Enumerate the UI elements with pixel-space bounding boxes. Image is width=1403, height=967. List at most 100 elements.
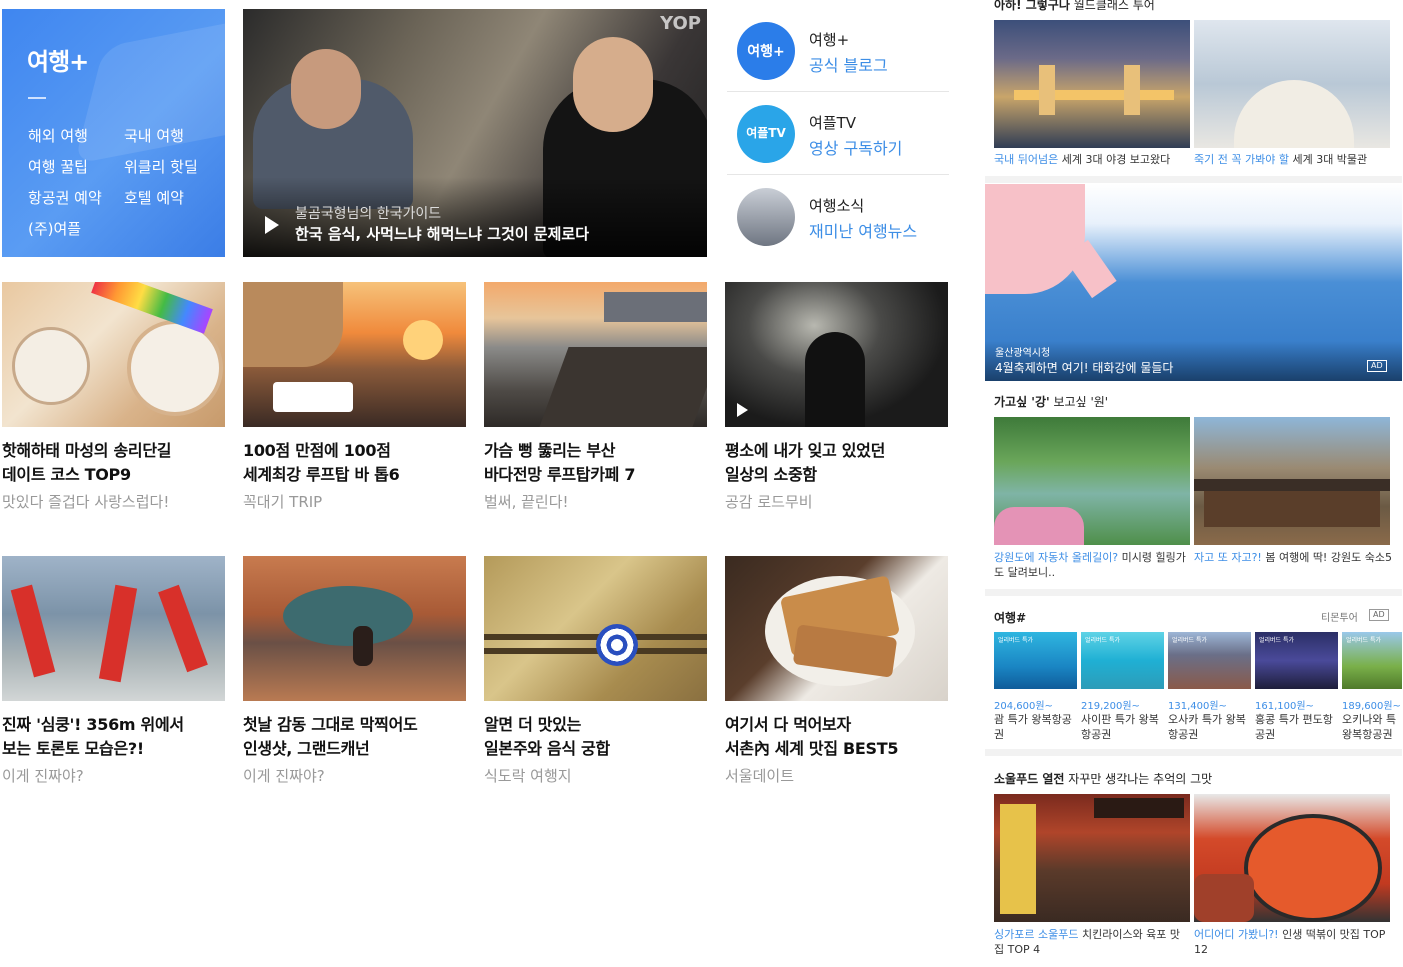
article-title: 평소에 내가 잊고 있었던 일상의 소중함 — [725, 441, 886, 484]
article-title: 가슴 뻥 뚫리는 부산 바다전망 루프탑카페 7 — [484, 441, 636, 484]
sidebar-caption[interactable]: 싱가포르 소울푸드 치킨라이스와 육포 맛집 TOP 4 — [994, 927, 1190, 957]
article-card[interactable]: 첫날 감동 그대로 막찍어도 인생샷, 그랜드캐넌 이게 진짜야? — [243, 556, 466, 786]
article-card[interactable]: 알면 더 맛있는 일본주와 음식 궁합 식도락 여행지 — [484, 556, 707, 786]
channel-item-tv[interactable]: 여플TV 여플TV 영상 구독하기 — [727, 92, 949, 175]
deal-price: 204,600원~ — [994, 701, 1053, 712]
article-card[interactable]: 여기서 다 먹어보자 서촌內 세계 맛집 BEST5 서울데이트 — [725, 556, 948, 786]
brand-logo[interactable]: 여행+ — [27, 42, 89, 77]
sidebar-caption[interactable]: 국내 뒤어넘은 세계 3대 야경 보고왔다 — [994, 152, 1190, 167]
menu-travel-tips[interactable]: 여행 꿀팁 — [28, 156, 88, 177]
menu-hotel-booking[interactable]: 호텔 예약 — [124, 187, 184, 208]
sidebar-caption[interactable]: 강원도에 자동차 올레길이? 미시령 힐링가도 달려보니.. — [994, 550, 1190, 580]
article-thumbnail — [243, 556, 466, 701]
channel-link[interactable]: 재미난 여행뉴스 — [809, 218, 917, 242]
article-thumbnail — [243, 282, 466, 427]
article-thumbnail — [484, 556, 707, 701]
article-thumbnail — [725, 282, 948, 427]
article-thumbnail — [725, 556, 948, 701]
play-icon[interactable] — [265, 216, 279, 234]
deal-thumbnail[interactable]: 얼리버드 특가 — [1168, 632, 1251, 689]
ad-badge: AD — [1369, 609, 1389, 621]
article-card[interactable]: 진짜 '심쿵'! 356m 위에서 보는 토론토 모습은?! 이게 진짜야? — [2, 556, 225, 786]
article-title: 100점 만점에 100점 세계최강 루프탑 바 톱6 — [243, 441, 400, 484]
article-source: 꼭대기 TRIP — [243, 493, 323, 511]
featured-video[interactable]: YOP 불곰국형님의 한국가이드 한국 음식, 사먹느냐 해먹느냐 그것이 문제… — [243, 9, 707, 257]
sidebar-caption[interactable]: 자고 또 자고?! 봄 여행에 딱! 강원도 숙소5 — [1194, 550, 1394, 565]
sidebar-thumbnail[interactable] — [994, 417, 1190, 545]
channel-logo-icon: 여행+ — [737, 22, 795, 80]
divider — [28, 97, 46, 99]
banner-advertiser: 울산광역시청 — [995, 348, 1051, 359]
deal-price: 189,600원~ — [1342, 701, 1401, 712]
banner-title: 4월축제하면 여기! 태화강에 물들다 — [995, 361, 1174, 375]
hero-menu-panel: 여행+ 해외 여행 국내 여행 여행 꿀팁 위클리 핫딜 항공권 예약 호텔 예… — [2, 9, 276, 257]
article-source: 벌써, 끝린다! — [484, 493, 569, 511]
channel-item-blog[interactable]: 여행+ 여행+ 공식 블로그 — [727, 9, 949, 92]
article-title: 진짜 '심쿵'! 356m 위에서 보는 토론토 모습은?! — [2, 715, 184, 758]
sidebar-thumbnail[interactable] — [1194, 20, 1390, 148]
video-watermark: YOP — [660, 13, 701, 34]
person-figure — [573, 37, 653, 132]
article-source: 식도락 여행지 — [484, 767, 572, 785]
section-header: 소울푸드 열전 자꾸만 생각나는 추억의 그맛 — [994, 772, 1213, 786]
sidebar-thumbnail[interactable] — [994, 794, 1190, 922]
sidebar-thumbnail[interactable] — [1194, 794, 1390, 922]
article-source: 맛있다 즐겁다 사랑스럽다! — [2, 493, 170, 511]
deal-name[interactable]: 오키나와 특 왕복항공권 — [1342, 712, 1402, 742]
deal-price: 131,400원~ — [1168, 701, 1227, 712]
article-source: 공감 로드무비 — [725, 493, 813, 511]
channel-link[interactable]: 공식 블로그 — [809, 52, 888, 76]
sidebar-caption[interactable]: 죽기 전 꼭 가봐야 할 세계 3대 박물관 — [1194, 152, 1394, 167]
channel-name: 여플TV — [809, 114, 857, 132]
sidebar-thumbnail[interactable] — [1194, 417, 1390, 545]
deal-price: 219,200원~ — [1081, 701, 1140, 712]
article-source: 이게 진짜야? — [2, 767, 84, 785]
article-title: 핫해하태 마성의 송리단길 데이트 코스 TOP9 — [2, 441, 172, 484]
article-thumbnail — [2, 556, 225, 701]
sidebar-thumbnail[interactable] — [994, 20, 1190, 148]
article-source: 이게 진짜야? — [243, 767, 325, 785]
menu-company[interactable]: (주)여플 — [28, 218, 81, 239]
sponsor-brand[interactable]: 티몬투어 — [1321, 609, 1358, 624]
deal-thumbnail[interactable]: 얼리버드 특가 — [1081, 632, 1164, 689]
ad-banner[interactable]: 울산광역시청 4월축제하면 여기! 태화강에 물들다 AD — [985, 184, 1402, 381]
channel-logo-icon: 여플TV — [737, 105, 795, 163]
sidebar-caption[interactable]: 어디어디 가봤니?! 인생 떡볶이 맛집 TOP 12 — [1194, 927, 1394, 957]
article-source: 서울데이트 — [725, 767, 795, 785]
menu-overseas-travel[interactable]: 해외 여행 — [28, 125, 88, 146]
deal-name[interactable]: 사이판 특가 왕복항공권 — [1081, 712, 1167, 742]
channel-name: 여행+ — [809, 31, 850, 49]
article-card[interactable]: 가슴 뻥 뚫리는 부산 바다전망 루프탑카페 7 벌써, 끝린다! — [484, 282, 707, 512]
article-title: 첫날 감동 그대로 막찍어도 인생샷, 그랜드캐넌 — [243, 715, 418, 758]
section-header: 여행# — [994, 611, 1027, 625]
menu-weekly-hotdeal[interactable]: 위클리 핫딜 — [124, 156, 198, 177]
menu-flight-booking[interactable]: 항공권 예약 — [28, 187, 102, 208]
play-icon[interactable] — [737, 403, 748, 417]
person-figure — [291, 49, 361, 129]
video-title[interactable]: 한국 음식, 사먹느냐 해먹느냐 그것이 문제로다 — [295, 223, 589, 244]
article-thumbnail — [484, 282, 707, 427]
channel-name: 여행소식 — [809, 197, 865, 215]
video-subtitle: 불곰국형님의 한국가이드 — [295, 206, 442, 222]
article-card[interactable]: 핫해하태 마성의 송리단길 데이트 코스 TOP9 맛있다 즐겁다 사랑스럽다! — [2, 282, 225, 512]
section-header: 가고싶 '강' 보고싶 '원' — [994, 395, 1109, 409]
channel-link[interactable]: 영상 구독하기 — [809, 135, 902, 159]
deal-name[interactable]: 괌 특가 왕복항공권 — [994, 712, 1080, 742]
ad-badge: AD — [1367, 360, 1387, 372]
article-title: 여기서 다 먹어보자 서촌內 세계 맛집 BEST5 — [725, 715, 899, 758]
deal-name[interactable]: 오사카 특가 왕복항공권 — [1168, 712, 1254, 742]
deal-thumbnail[interactable]: 얼리버드 특가 — [1255, 632, 1338, 689]
watering-can-graphic — [985, 184, 1085, 294]
news-thumbnail-icon — [737, 188, 795, 246]
menu-domestic-travel[interactable]: 국내 여행 — [124, 125, 184, 146]
article-card[interactable]: 평소에 내가 잊고 있었던 일상의 소중함 공감 로드무비 — [725, 282, 948, 512]
deal-thumbnail[interactable]: 얼리버드 특가 — [994, 632, 1077, 689]
deal-thumbnail[interactable]: 얼리버드 특가 — [1342, 632, 1402, 689]
article-title: 알면 더 맛있는 일본주와 음식 궁합 — [484, 715, 610, 758]
article-thumbnail — [2, 282, 225, 427]
article-card[interactable]: 100점 만점에 100점 세계최강 루프탑 바 톱6 꼭대기 TRIP — [243, 282, 466, 512]
deal-name[interactable]: 홍콩 특가 편도항공권 — [1255, 712, 1341, 742]
channel-item-news[interactable]: 여행소식 재미난 여행뉴스 — [727, 175, 949, 257]
section-header: 아하! 그렇구나 월드클래스 투어 — [994, 0, 1155, 12]
deal-price: 161,100원~ — [1255, 701, 1314, 712]
